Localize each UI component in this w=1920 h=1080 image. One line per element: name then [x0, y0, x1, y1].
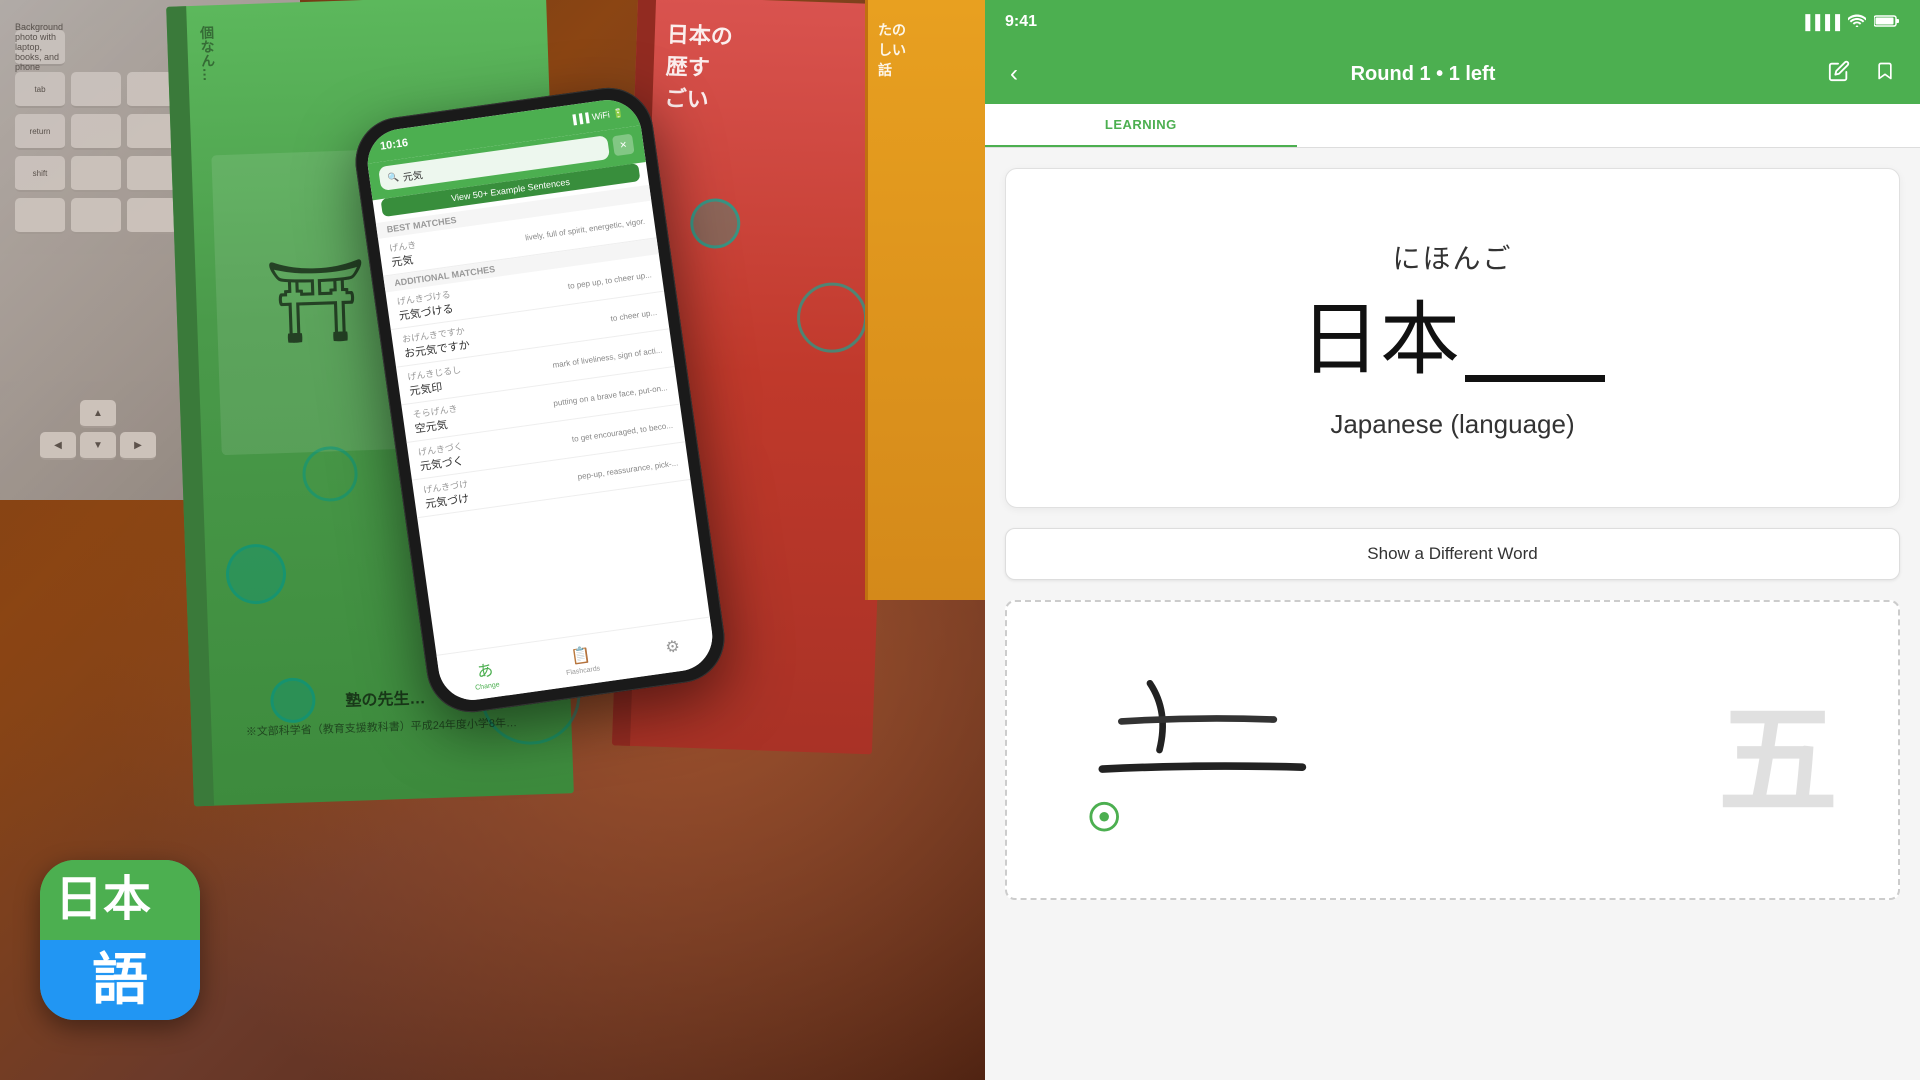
teal-circle-red-2: [796, 281, 868, 353]
app-icon[interactable]: 日本 語: [40, 860, 200, 1020]
status-time: 9:41: [1005, 13, 1037, 31]
key-alt: [127, 198, 177, 234]
status-icons: ▐▐▐▐: [1800, 14, 1900, 31]
phone-status-icons: ▐▐▐ WiFi 🔋: [569, 107, 624, 125]
search-query: 元気: [402, 166, 424, 184]
wifi-icon: [1848, 14, 1866, 31]
teal-circle-6: [302, 445, 359, 502]
key-ctrl: [71, 198, 121, 234]
nav-actions: [1823, 55, 1900, 93]
card-meaning: Japanese (language): [1330, 409, 1574, 440]
key-fn: [15, 198, 65, 234]
app-icon-top: 日本: [40, 860, 200, 940]
key-z: [71, 156, 121, 192]
app-icon-bottom: 語: [40, 940, 200, 1020]
key-shift: shift: [15, 156, 65, 192]
edit-button[interactable]: [1823, 55, 1855, 93]
key-up: ▲: [80, 400, 116, 428]
tab-bar: LEARNING: [985, 104, 1920, 148]
phone-search-clear[interactable]: ✕: [612, 134, 635, 157]
orange-book: たのしい話: [865, 0, 985, 600]
key-delete: Background photo with laptop, books, and…: [15, 30, 65, 66]
nav-title: Round 1 • 1 left: [1038, 63, 1808, 86]
app-icon-kanji-bottom: 語: [92, 952, 148, 1008]
key-left: ◀: [40, 432, 76, 460]
phone-time: 10:16: [379, 137, 409, 153]
right-panel: 9:41 ▐▐▐▐ ‹ Round 1 • 1 left: [985, 0, 1920, 1080]
key-a: [71, 114, 121, 150]
status-bar: 9:41 ▐▐▐▐: [985, 0, 1920, 44]
key-tab: tab: [15, 72, 65, 108]
key-down: ▼: [80, 432, 116, 460]
card-reading: にほんご: [1392, 237, 1512, 277]
bookmark-button[interactable]: [1870, 55, 1900, 93]
tab-2[interactable]: [1297, 104, 1609, 147]
key-spacer: [71, 30, 121, 66]
left-panel: Background photo with laptop, books, and…: [0, 0, 985, 1080]
tab-flashcards-label: Flashcards: [566, 665, 601, 677]
show-different-word-label: Show a Different Word: [1367, 544, 1537, 564]
phone-tab-settings[interactable]: ⚙: [664, 636, 681, 660]
signal-icon: ▐▐▐▐: [1800, 14, 1840, 30]
flash-card[interactable]: にほんご 日本 Japanese (language): [1005, 168, 1900, 508]
nav-bar: ‹ Round 1 • 1 left: [985, 44, 1920, 104]
key-q: [71, 72, 121, 108]
teal-circle-red-1: [689, 198, 741, 250]
main-content: にほんご 日本 Japanese (language) Show a Diffe…: [985, 148, 1920, 1080]
flashcards-icon: 📋: [570, 644, 593, 667]
key-right: ▶: [120, 432, 156, 460]
handwriting-svg: [1007, 602, 1898, 898]
key-return: return: [15, 114, 65, 150]
back-button[interactable]: ‹: [1005, 55, 1023, 93]
card-kanji: 日本: [1300, 296, 1460, 384]
battery-icon: [1874, 14, 1900, 31]
settings-icon: ⚙: [664, 636, 681, 658]
teal-circle-1: [225, 543, 287, 605]
show-different-word-btn[interactable]: Show a Different Word: [1005, 528, 1900, 580]
change-icon: あ: [475, 656, 494, 682]
tab-3[interactable]: [1608, 104, 1920, 147]
phone-tab-flashcards[interactable]: 📋 Flashcards: [563, 643, 601, 676]
card-blank: [1465, 287, 1605, 388]
tab-change-label: Change: [475, 681, 500, 691]
writing-practice-area[interactable]: 五: [1005, 600, 1900, 900]
app-icon-kanji-top: 日本: [55, 876, 151, 924]
key-x: [127, 156, 177, 192]
phone-tab-change[interactable]: あ Change: [471, 656, 500, 692]
tab-learning[interactable]: LEARNING: [985, 104, 1297, 147]
